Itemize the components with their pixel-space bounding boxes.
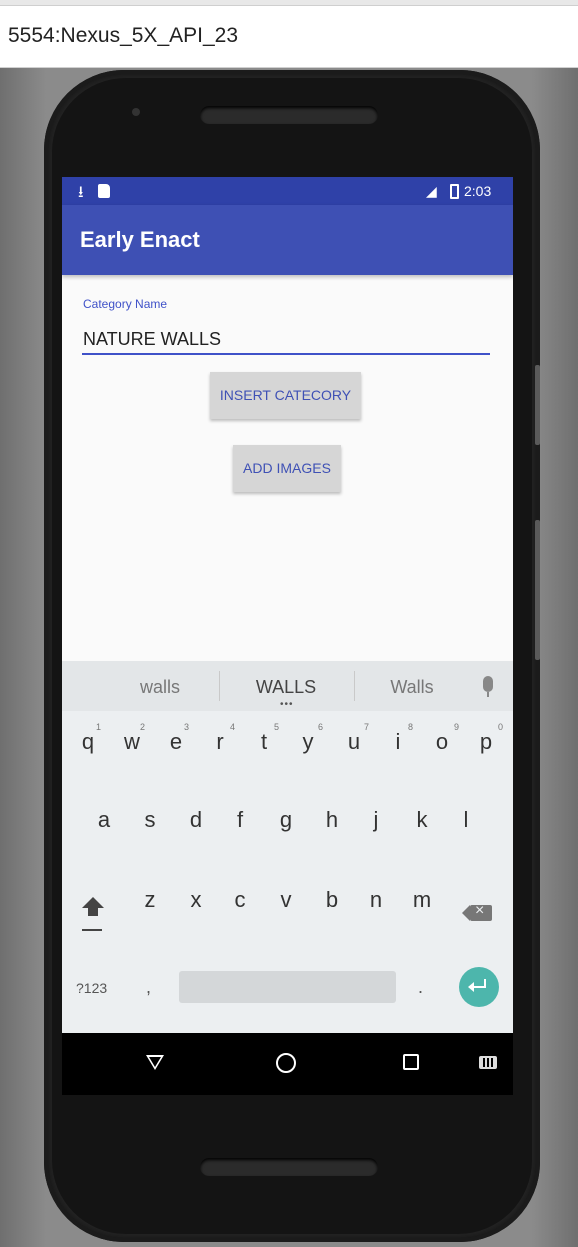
key-s[interactable]: s	[130, 807, 170, 833]
key-j[interactable]: j	[356, 807, 396, 833]
period-key[interactable]: .	[418, 977, 423, 998]
key-b[interactable]: b	[312, 887, 352, 913]
shift-icon[interactable]	[82, 897, 104, 916]
key-e[interactable]: e	[156, 729, 196, 755]
navigation-bar	[62, 1033, 513, 1095]
status-bar: ⭳ ◢ 2:03	[62, 177, 513, 205]
key-g[interactable]: g	[266, 807, 306, 833]
key-n[interactable]: n	[356, 887, 396, 913]
backspace-icon[interactable]	[462, 902, 492, 921]
key-z[interactable]: z	[130, 887, 170, 913]
battery-icon	[450, 184, 459, 199]
mic-icon[interactable]	[483, 676, 493, 697]
enter-icon[interactable]	[459, 967, 499, 1007]
key-q[interactable]: q	[68, 729, 108, 755]
key-x[interactable]: x	[176, 887, 216, 913]
more-suggestions-indicator[interactable]: •••	[280, 699, 294, 710]
power-button[interactable]	[535, 365, 540, 445]
window-toolbar-strip	[0, 0, 578, 6]
key-a[interactable]: a	[84, 807, 124, 833]
key-d[interactable]: d	[176, 807, 216, 833]
app-bar: Early Enact	[62, 205, 513, 275]
key-p[interactable]: p	[466, 729, 506, 755]
key-y[interactable]: y	[288, 729, 328, 755]
key-h[interactable]: h	[312, 807, 352, 833]
signal-icon: ◢	[426, 183, 437, 199]
front-camera	[132, 108, 140, 116]
recents-icon[interactable]	[403, 1054, 419, 1070]
insert-category-button[interactable]: INSERT CATECORY	[210, 372, 361, 419]
key-c[interactable]: c	[220, 887, 260, 913]
suggestion-divider	[219, 671, 220, 701]
enter-arrow-hook	[484, 979, 486, 988]
add-images-button[interactable]: ADD IMAGES	[233, 445, 341, 492]
window-title: 5554:Nexus_5X_API_23	[8, 24, 239, 47]
key-i[interactable]: i	[378, 729, 418, 755]
key-v[interactable]: v	[266, 887, 306, 913]
suggestion-left[interactable]: walls	[100, 677, 220, 698]
key-l[interactable]: l	[446, 807, 486, 833]
app-title: Early Enact	[80, 227, 200, 252]
key-w[interactable]: w	[112, 729, 152, 755]
key-m[interactable]: m	[402, 887, 442, 913]
device-screen: ⭳ ◢ 2:03 Early Enact Category Name INSER…	[62, 177, 513, 1095]
key-o[interactable]: o	[422, 729, 462, 755]
volume-button[interactable]	[535, 520, 540, 660]
suggestion-strip: walls WALLS Walls •••	[62, 661, 513, 711]
suggestion-right[interactable]: Walls	[352, 677, 472, 698]
comma-key[interactable]: ,	[146, 977, 151, 998]
emulator-title-bar: 5554:Nexus_5X_API_23	[0, 0, 578, 68]
key-k[interactable]: k	[402, 807, 442, 833]
symbols-key[interactable]: ?123	[76, 980, 107, 996]
soft-keyboard: walls WALLS Walls ••• 1 q 2 w 3 e 4 r 5 …	[62, 661, 513, 1033]
category-name-label: Category Name	[83, 297, 168, 311]
keyboard-icon[interactable]	[479, 1056, 497, 1069]
status-time: 2:03	[464, 183, 492, 199]
top-speaker	[200, 106, 378, 124]
back-icon[interactable]	[146, 1055, 164, 1070]
shift-lock-indicator	[82, 929, 102, 931]
key-u[interactable]: u	[334, 729, 374, 755]
download-icon: ⭳	[78, 184, 84, 201]
key-r[interactable]: r	[200, 729, 240, 755]
key-t[interactable]: t	[244, 729, 284, 755]
sd-card-icon	[98, 184, 110, 198]
key-f[interactable]: f	[220, 807, 260, 833]
suggestion-middle[interactable]: WALLS	[226, 677, 346, 698]
bottom-speaker	[200, 1158, 378, 1176]
space-bar[interactable]	[179, 971, 396, 1003]
home-icon[interactable]	[276, 1053, 296, 1073]
category-name-input[interactable]	[82, 327, 490, 355]
